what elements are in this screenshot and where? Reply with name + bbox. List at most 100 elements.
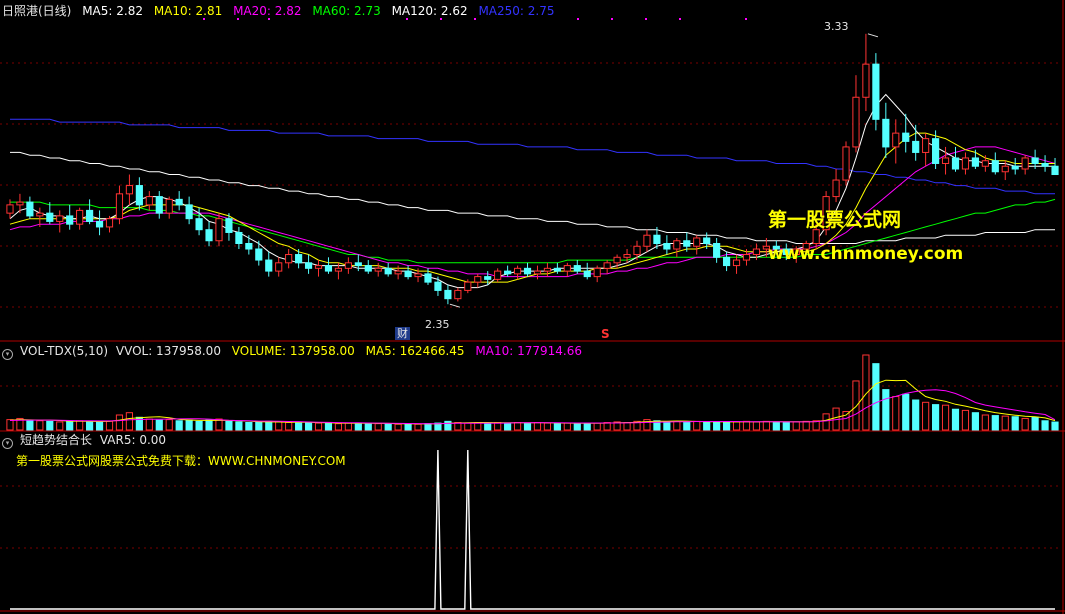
candle-body (404, 270, 412, 278)
candle-body (1041, 162, 1049, 167)
candle-body (235, 231, 243, 245)
volume-bar (374, 423, 382, 431)
volume-bar (742, 420, 751, 431)
candle-body (86, 209, 94, 222)
candle-body (504, 270, 512, 275)
volume-bar (951, 408, 960, 431)
main-header: 日照港(日线) MA5: 2.82 MA10: 2.81 MA20: 2.82 … (2, 3, 561, 19)
volume-bar (892, 396, 900, 431)
vol-ma5-legend: MA5: 162466.45 (365, 344, 465, 358)
volume-bar (762, 420, 770, 431)
candle-body (703, 237, 711, 244)
volume-bar (424, 423, 432, 431)
candle-body (245, 243, 253, 250)
candle-body (494, 270, 502, 280)
volume-bar (265, 420, 273, 431)
candle-body (842, 146, 850, 181)
candle-body (334, 267, 343, 272)
candle-body (1001, 165, 1009, 173)
var5-line (10, 449, 1055, 610)
candle-body (513, 267, 522, 275)
candle-body (384, 267, 392, 275)
candle-body (26, 201, 34, 217)
var5-legend: VAR5: 0.00 (99, 433, 167, 447)
volume-bar (66, 420, 74, 431)
volume-bar (364, 422, 372, 431)
volume-bar (165, 419, 173, 431)
candle-body (474, 276, 482, 283)
candle-body (484, 276, 492, 280)
candle-body (265, 259, 273, 272)
candle-body (165, 198, 173, 214)
volume-bar (852, 380, 860, 431)
volume-bar (683, 421, 691, 431)
volume-bar (185, 419, 193, 431)
stock-title[interactable]: 日照港(日线) (2, 4, 71, 18)
candle-body (722, 256, 731, 267)
volume-bar (593, 422, 601, 431)
candle-body (95, 220, 104, 228)
candle-body (76, 209, 84, 225)
volume-bar (822, 413, 830, 431)
volume-bar (842, 411, 850, 431)
candle-body (633, 245, 641, 256)
volume-bar (444, 420, 452, 431)
top-marker-dot (645, 18, 647, 20)
volume-bar (86, 420, 94, 431)
candle-body (912, 140, 920, 153)
volume-bar (912, 399, 920, 431)
volume-bar (344, 422, 352, 431)
candle-body (1051, 165, 1059, 176)
volume-bar (882, 389, 890, 431)
candle-body (1031, 157, 1039, 164)
ind-title[interactable]: 短趋势结合长 (20, 433, 92, 447)
candle-body (961, 157, 970, 170)
volume-bar (1011, 416, 1019, 431)
candle-body (673, 240, 681, 250)
volume-bar (792, 421, 800, 431)
volume-bar (1021, 417, 1029, 431)
volume-bar (36, 420, 44, 431)
candle-body (6, 204, 14, 214)
volume-bar (76, 420, 84, 431)
candle-body (434, 281, 442, 291)
candle-body (852, 96, 860, 148)
volume-bar (902, 393, 910, 431)
candle-body (374, 267, 382, 272)
volume-bar (523, 422, 532, 431)
candle-body (932, 138, 940, 164)
vvol-legend: VVOL: 137958.00 (115, 344, 221, 358)
candle-body (643, 234, 651, 247)
candle-body (295, 254, 303, 264)
volume-bar (504, 422, 512, 431)
stock-chart[interactable] (0, 0, 1065, 614)
vol-title[interactable]: VOL-TDX(5,10) (20, 344, 108, 358)
ind-toggle-icon[interactable]: ▾ (2, 438, 13, 449)
volume-bar (384, 423, 392, 431)
candle-body (832, 179, 840, 198)
volume-bar (693, 420, 701, 431)
candle-body (713, 243, 721, 258)
volume-bar (663, 421, 671, 431)
vol-toggle-icon[interactable]: ▾ (2, 349, 13, 360)
volume-bar (772, 421, 780, 431)
candle-body (603, 262, 611, 269)
volume-bar (205, 419, 213, 431)
candle-body (683, 240, 691, 247)
volume-bar (573, 423, 581, 431)
ma10-legend: MA10: 2.81 (153, 4, 223, 18)
candle-body (225, 218, 233, 233)
financial-marker[interactable]: 财 (395, 327, 410, 340)
candle-body (872, 63, 880, 120)
candle-body (991, 160, 999, 173)
candle-body (354, 262, 362, 267)
volume-bar (732, 421, 741, 431)
volume-bar (304, 422, 313, 431)
candle-body (105, 218, 114, 228)
candle-body (902, 132, 910, 142)
volume-bar (583, 422, 591, 431)
ma-line-ma250 (10, 118, 1055, 195)
candle-body (553, 267, 561, 272)
volume-bar (1041, 420, 1049, 431)
candle-body (454, 289, 462, 300)
